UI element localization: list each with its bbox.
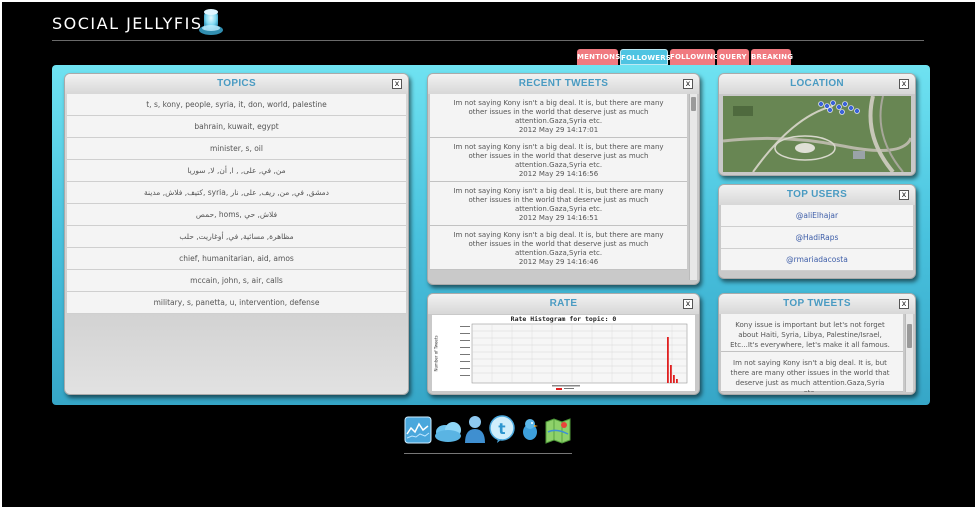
tab-breaking[interactable]: BREAKING — [751, 49, 793, 65]
rate-title: RATE — [428, 294, 699, 314]
rate-bar — [673, 375, 675, 383]
tweet-time: 2012 May 29 14:16:46 — [518, 258, 599, 266]
jellyfish-logo-icon — [199, 9, 223, 35]
scrollbar-thumb[interactable] — [691, 97, 696, 111]
topic-item[interactable]: mccain, john, s, air, calls — [67, 270, 406, 292]
rate-bar — [676, 379, 678, 383]
topic-item[interactable]: chief, humanitarian, aid, amos — [67, 248, 406, 270]
topic-item[interactable]: مظاهرة, مسائية, في, أوغاريت, حلب — [67, 226, 406, 248]
twitter-icon[interactable]: t — [488, 414, 516, 444]
topics-panel: TOPICS x t, s, kony, people, syria, it, … — [64, 73, 409, 395]
topic-item[interactable]: t, s, kony, people, syria, it, don, worl… — [67, 94, 406, 116]
top-tweets-close-button[interactable]: x — [899, 299, 909, 309]
tab-query[interactable]: QUERY — [717, 49, 749, 65]
app-logo-text: SOCIAL JELLYFISH — [52, 14, 216, 33]
top-tweets-list: Kony issue is important but let's not fo… — [719, 314, 915, 392]
top-users-list: @aliElhajar @HadiRaps @rmariadacosta — [719, 205, 915, 271]
tweet-text: Im not saying Kony isn't a big deal. It … — [453, 231, 664, 257]
top-tweets-panel: TOP TWEETS x Kony issue is important but… — [718, 293, 916, 395]
svg-text:t: t — [498, 420, 505, 438]
app-window: SOCIAL JELLYFISH MENTIONS FOLLOWERS FOLL… — [0, 0, 977, 509]
topic-item[interactable]: حمص, homs, فلاش, حي — [67, 204, 406, 226]
rate-bar — [670, 365, 672, 383]
location-map[interactable] — [723, 96, 911, 172]
cloud-icon[interactable] — [433, 418, 463, 444]
topic-item[interactable]: military, s, panetta, u, intervention, d… — [67, 292, 406, 314]
tweet-text: Im not saying Kony isn't a big deal. It … — [453, 99, 664, 125]
tweet-time: 2012 May 29 14:16:56 — [518, 170, 599, 178]
recent-tweets-title: RECENT TWEETS — [428, 74, 699, 94]
tab-followers[interactable]: FOLLOWERS — [620, 49, 671, 65]
bird-icon[interactable] — [519, 418, 541, 442]
top-tweet-item[interactable]: Kony issue is important but let's not fo… — [721, 314, 903, 352]
topics-list: t, s, kony, people, syria, it, don, worl… — [65, 94, 408, 314]
tweet-text: Im not saying Kony isn't a big deal. It … — [453, 143, 664, 169]
top-tweets-title: TOP TWEETS — [719, 294, 915, 314]
rate-close-button[interactable]: x — [683, 299, 693, 309]
top-tweet-item[interactable]: Im not saying Kony isn't a big deal. It … — [721, 352, 903, 392]
tweet-time: 2012 May 29 14:17:01 — [518, 126, 599, 134]
tweet-item[interactable]: Im not saying Kony isn't a big deal. It … — [430, 138, 687, 182]
tab-mentions[interactable]: MENTIONS — [577, 49, 620, 65]
top-user-item[interactable]: @aliElhajar — [721, 205, 913, 227]
recent-tweets-scrollbar[interactable] — [689, 94, 697, 280]
tweet-item[interactable]: Im not saying Kony isn't a big deal. It … — [430, 226, 687, 270]
user-icon[interactable] — [464, 414, 486, 444]
topic-item[interactable]: bahrain, kuwait, egypt — [67, 116, 406, 138]
topic-item[interactable]: كتيف, فلاش, مدينة, syria, دمشق, في, من, … — [67, 182, 406, 204]
tweet-item[interactable]: Im not saying Kony isn't a big deal. It … — [430, 94, 687, 138]
scrollbar-thumb[interactable] — [907, 324, 912, 348]
recent-tweets-panel: RECENT TWEETS x Im not saying Kony isn't… — [427, 73, 700, 285]
rate-plot — [460, 323, 688, 390]
chart-icon[interactable] — [404, 416, 432, 444]
top-tweets-scrollbar[interactable] — [905, 314, 913, 392]
tab-following[interactable]: FOLLOWING — [670, 49, 719, 65]
map-icon[interactable] — [544, 416, 572, 444]
tweet-time: 2012 May 29 14:16:51 — [518, 214, 599, 222]
tweet-item[interactable]: Im not saying Kony isn't a big deal. It … — [430, 182, 687, 226]
topic-item[interactable]: minister, s, oil — [67, 138, 406, 160]
rate-histogram: Rate Histogram for topic: 0 Number of Tw… — [432, 315, 695, 391]
topic-item[interactable]: من, في, على, , ا, أن, لا, سوريا — [67, 160, 406, 182]
rate-panel: RATE x Rate Histogram for topic: 0 Numbe… — [427, 293, 700, 395]
location-title: LOCATION — [719, 74, 915, 94]
header-divider — [52, 40, 924, 41]
location-panel: LOCATION x — [718, 73, 916, 176]
rate-bar — [667, 337, 669, 383]
bottom-dock: t — [404, 414, 574, 454]
top-user-item[interactable]: @rmariadacosta — [721, 249, 913, 271]
dock-divider — [404, 453, 572, 454]
recent-tweets-list: Im not saying Kony isn't a big deal. It … — [428, 94, 699, 280]
top-user-item[interactable]: @HadiRaps — [721, 227, 913, 249]
tweet-text: Im not saying Kony isn't a big deal. It … — [453, 187, 664, 213]
top-users-close-button[interactable]: x — [899, 190, 909, 200]
topics-title: TOPICS — [65, 74, 408, 94]
top-users-panel: TOP USERS x @aliElhajar @HadiRaps @rmari… — [718, 184, 916, 279]
recent-tweets-close-button[interactable]: x — [683, 79, 693, 89]
location-close-button[interactable]: x — [899, 79, 909, 89]
top-users-title: TOP USERS — [719, 185, 915, 205]
topics-close-button[interactable]: x — [392, 79, 402, 89]
